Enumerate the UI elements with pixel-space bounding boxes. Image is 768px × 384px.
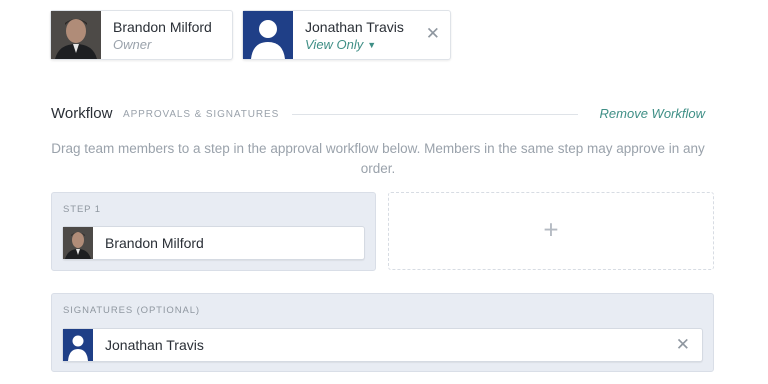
signature-member-card[interactable]: Jonathan Travis ✕ xyxy=(62,328,703,362)
step-panel: STEP 1 Brandon Milford xyxy=(51,192,376,271)
step-label: STEP 1 xyxy=(63,204,101,215)
avatar-placeholder xyxy=(243,11,293,59)
avatar-photo xyxy=(51,11,101,59)
remove-member-icon[interactable]: ✕ xyxy=(426,25,440,43)
step-member-card[interactable]: Brandon Milford xyxy=(62,226,365,260)
caret-down-icon: ▼ xyxy=(367,40,377,50)
member-role: Owner xyxy=(113,37,152,52)
signatures-label: SIGNATURES (OPTIONAL) xyxy=(63,305,200,316)
workflow-subtitle: APPROVALS & SIGNATURES xyxy=(123,109,280,120)
member-name: Jonathan Travis xyxy=(305,19,404,35)
member-name: Brandon Milford xyxy=(105,235,204,251)
workflow-description: Drag team members to a step in the appro… xyxy=(51,141,705,176)
remove-workflow-link[interactable]: Remove Workflow xyxy=(600,106,705,121)
add-step-dropzone[interactable]: + xyxy=(388,192,714,270)
signatures-panel: SIGNATURES (OPTIONAL) Jonathan Travis ✕ xyxy=(51,293,714,372)
permission-dropdown[interactable]: View Only ▼ xyxy=(305,36,404,54)
remove-signer-icon[interactable]: ✕ xyxy=(676,336,690,354)
member-name: Jonathan Travis xyxy=(105,337,204,353)
member-name: Brandon Milford xyxy=(113,19,212,35)
plus-icon: + xyxy=(543,214,559,245)
workflow-header: Workflow APPROVALS & SIGNATURES Remove W… xyxy=(51,104,705,124)
divider xyxy=(292,114,578,115)
avatar-placeholder xyxy=(63,329,93,361)
workflow-title: Workflow xyxy=(51,105,113,122)
avatar-photo xyxy=(63,227,93,259)
member-card-brandon[interactable]: Brandon Milford Owner xyxy=(50,10,233,60)
member-card-jonathan[interactable]: Jonathan Travis View Only ▼ ✕ xyxy=(242,10,451,60)
permission-label: View Only xyxy=(305,37,364,52)
